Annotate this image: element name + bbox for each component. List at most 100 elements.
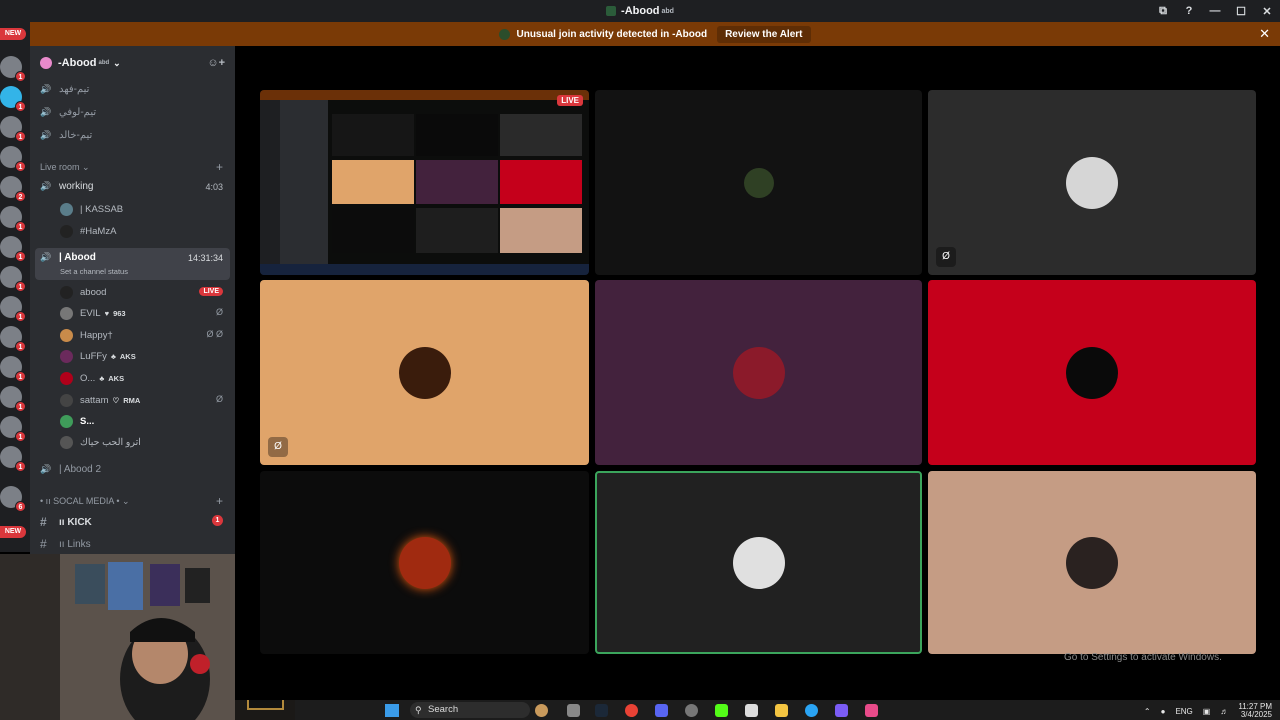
voice-channel[interactable]: 🔊 تيم-فهد <box>40 84 89 95</box>
clock[interactable]: 11:27 PM 3/4/2025 <box>1238 703 1272 719</box>
maximize-button[interactable]: ☐ <box>1228 5 1254 18</box>
language-indicator[interactable]: ENG <box>1175 707 1192 716</box>
member-name: | KASSAB <box>80 204 124 215</box>
server-icon[interactable]: 1 <box>0 86 26 112</box>
app-icon[interactable] <box>685 704 698 717</box>
voice-channel-abood[interactable]: 🔊 | Abood <box>40 252 96 263</box>
chevron-up-icon[interactable]: ⌃ <box>1144 707 1151 716</box>
video-tile-speaking[interactable] <box>595 471 922 654</box>
avatar <box>60 372 73 385</box>
chrome-icon[interactable] <box>625 704 638 717</box>
minimize-button[interactable]: — <box>1202 5 1228 17</box>
unread-badge: 1 <box>15 101 26 112</box>
app-icon[interactable] <box>835 704 848 717</box>
server-icon[interactable]: 1 <box>0 296 26 322</box>
close-icon[interactable]: ✕ <box>1259 26 1270 42</box>
voice-member[interactable]: O... ♣ AKS <box>60 372 124 385</box>
add-member-icon[interactable]: ☺+ <box>207 57 225 69</box>
server-icon[interactable]: 6 <box>0 486 26 512</box>
close-button[interactable]: ✕ <box>1254 5 1280 18</box>
discord-icon[interactable] <box>655 704 668 717</box>
add-channel-icon[interactable]: + <box>216 494 223 508</box>
server-icon[interactable]: 1 <box>0 326 26 352</box>
avatar <box>398 536 451 589</box>
kick-icon[interactable] <box>715 704 728 717</box>
add-channel-icon[interactable]: + <box>216 160 223 174</box>
server-icon[interactable]: 1 <box>0 146 26 172</box>
clan-tag: RMA <box>123 396 141 405</box>
server-icon[interactable]: 1 <box>0 236 26 262</box>
server-icon[interactable]: 1 <box>0 206 26 232</box>
speaker-icon: 🔊 <box>40 130 52 140</box>
channel-name: | Abood 2 <box>59 464 102 475</box>
microphone-icon[interactable]: ● <box>1161 707 1166 716</box>
server-icon[interactable]: 1 <box>0 386 26 412</box>
logitech-icon[interactable] <box>745 704 758 717</box>
category-live-room[interactable]: Live room ⌄ <box>40 162 90 173</box>
search-box[interactable]: ⚲ Search <box>410 702 530 718</box>
video-tile[interactable] <box>595 90 922 275</box>
avatar <box>732 536 785 589</box>
voice-member[interactable]: S... <box>60 415 94 428</box>
volume-icon[interactable]: ♬ <box>1220 707 1228 716</box>
deafened-icon: Ø <box>268 437 288 457</box>
server-icon[interactable]: 1 <box>0 56 26 82</box>
server-icon[interactable]: 1 <box>0 446 26 472</box>
avatar <box>60 329 73 342</box>
help-icon[interactable]: ? <box>1176 5 1202 17</box>
stream-tile[interactable]: LIVE <box>260 90 589 275</box>
video-tile[interactable] <box>595 280 922 465</box>
task-view-icon[interactable] <box>567 704 580 717</box>
speaker-icon: 🔊 <box>40 181 52 191</box>
video-tile[interactable]: Ø <box>928 90 1256 275</box>
network-icon[interactable]: ▣ <box>1203 707 1211 716</box>
voice-member[interactable]: LuFFy ♣ AKS <box>60 350 136 363</box>
stream-preview <box>260 90 589 275</box>
speaker-icon: 🔊 <box>40 252 52 262</box>
avatar <box>60 350 73 363</box>
server-icon[interactable]: 2 <box>0 176 26 202</box>
store-icon[interactable] <box>865 704 878 717</box>
text-channel-kick[interactable]: # ıı KICK <box>40 515 92 529</box>
server-icon[interactable]: 1 <box>0 416 26 442</box>
voice-member[interactable]: EVIL ♥ 963 <box>60 307 126 320</box>
unread-badge: 6 <box>15 501 26 512</box>
category-social-media[interactable]: • ıı SOCAL MEDIA • ⌄ <box>40 496 130 507</box>
inbox-icon[interactable]: ⧉ <box>1150 5 1176 18</box>
channel-status-button[interactable]: Set a channel status <box>60 267 128 276</box>
new-badge: NEW <box>0 28 26 40</box>
voice-channel[interactable]: 🔊 تيم-لوفي <box>40 107 96 118</box>
server-rail: NEW 1 1 1 1 2 1 1 1 1 1 1 1 1 1 6 NEW <box>0 22 30 552</box>
windows-start-icon[interactable] <box>385 704 399 717</box>
text-channel-links[interactable]: # ıı Links <box>40 537 91 551</box>
hash-icon: # <box>40 537 47 551</box>
guild-name: -Abood <box>58 57 97 69</box>
voice-member[interactable]: | KASSAB <box>60 203 123 216</box>
video-tile[interactable]: Ø <box>260 280 589 465</box>
voice-member[interactable]: Happy† <box>60 329 113 342</box>
voice-member[interactable]: abood <box>60 286 106 299</box>
server-icon[interactable]: 1 <box>0 266 26 292</box>
file-explorer-icon[interactable] <box>775 704 788 717</box>
member-name: Happy† <box>80 330 113 341</box>
steam-icon[interactable] <box>595 704 608 717</box>
emoji-icon[interactable] <box>535 704 548 717</box>
member-name: sattam <box>80 395 109 406</box>
review-alert-button[interactable]: Review the Alert <box>717 25 811 43</box>
edge-icon[interactable] <box>805 704 818 717</box>
member-name: EVIL <box>80 308 101 319</box>
voice-timer: 14:31:34 <box>187 253 223 263</box>
channel-name: تيم-فهد <box>59 84 90 95</box>
voice-channel[interactable]: 🔊 تيم-خالد <box>40 130 92 141</box>
video-tile[interactable] <box>928 280 1256 465</box>
server-icon[interactable]: 1 <box>0 356 26 382</box>
server-icon[interactable]: 1 <box>0 116 26 142</box>
voice-member[interactable]: اترو الحب حياك <box>60 436 141 449</box>
voice-member[interactable]: #HaMzA <box>60 225 116 238</box>
guild-header[interactable]: -Abood abd ⌄ ☺+ <box>30 46 235 80</box>
video-tile[interactable] <box>260 471 589 654</box>
voice-member[interactable]: sattam ♡ RMA <box>60 394 140 407</box>
video-tile[interactable] <box>928 471 1256 654</box>
voice-channel-abood-2[interactable]: 🔊 | Abood 2 <box>40 464 101 475</box>
voice-channel-working[interactable]: 🔊 working <box>40 181 93 192</box>
